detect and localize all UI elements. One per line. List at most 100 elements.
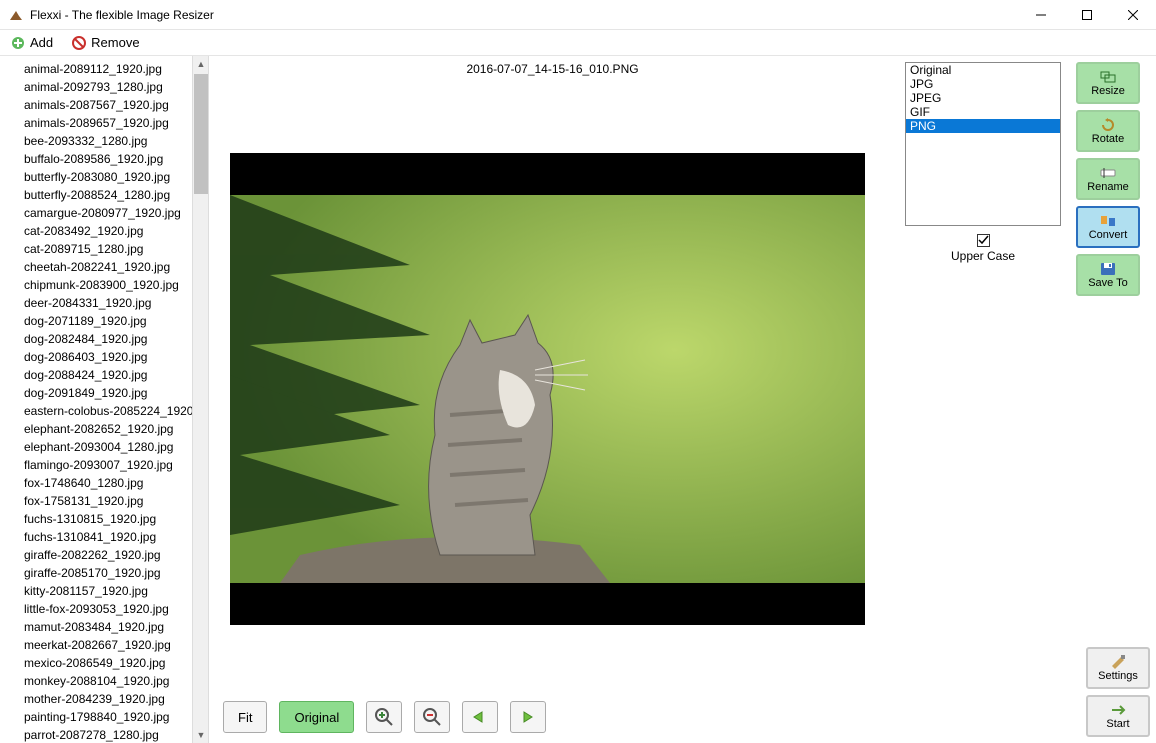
- fit-button[interactable]: Fit: [223, 701, 267, 733]
- list-item[interactable]: kitty-2081157_1920.jpg: [0, 582, 192, 600]
- start-button[interactable]: Start: [1086, 695, 1150, 737]
- format-column: OriginalJPGJPEGGIFPNG Upper Case: [896, 62, 1070, 737]
- list-item[interactable]: animal-2089112_1920.jpg: [0, 60, 192, 78]
- prev-button[interactable]: [462, 701, 498, 733]
- list-item[interactable]: mamut-2083484_1920.jpg: [0, 618, 192, 636]
- app-icon: [8, 7, 24, 23]
- scroll-thumb[interactable]: [194, 74, 208, 194]
- rotate-icon: [1099, 118, 1117, 132]
- preview-svg: [230, 195, 865, 583]
- center-pane: 2016-07-07_14-15-16_010.PNG: [209, 56, 896, 743]
- minimize-button[interactable]: [1018, 0, 1064, 30]
- list-item[interactable]: dog-2082484_1920.jpg: [0, 330, 192, 348]
- zoom-out-button[interactable]: [414, 701, 450, 733]
- add-button[interactable]: Add: [6, 33, 57, 53]
- list-item[interactable]: dog-2071189_1920.jpg: [0, 312, 192, 330]
- original-button[interactable]: Original: [279, 701, 354, 733]
- list-item[interactable]: chipmunk-2083900_1920.jpg: [0, 276, 192, 294]
- format-option[interactable]: GIF: [906, 105, 1060, 119]
- file-list[interactable]: animal-2089112_1920.jpganimal-2092793_12…: [0, 56, 192, 743]
- maximize-button[interactable]: [1064, 0, 1110, 30]
- remove-button[interactable]: Remove: [67, 33, 143, 53]
- list-item[interactable]: giraffe-2082262_1920.jpg: [0, 546, 192, 564]
- list-item[interactable]: butterfly-2088524_1280.jpg: [0, 186, 192, 204]
- viewer-toolbar: Fit Original: [209, 697, 896, 743]
- settings-button[interactable]: Settings: [1086, 647, 1150, 689]
- list-item[interactable]: parrot-2087278_1280.jpg: [0, 726, 192, 743]
- list-item[interactable]: mexico-2086549_1920.jpg: [0, 654, 192, 672]
- list-item[interactable]: fox-1758131_1920.jpg: [0, 492, 192, 510]
- list-item[interactable]: little-fox-2093053_1920.jpg: [0, 600, 192, 618]
- list-item[interactable]: cheetah-2082241_1920.jpg: [0, 258, 192, 276]
- list-item[interactable]: mother-2084239_1920.jpg: [0, 690, 192, 708]
- maximize-icon: [1082, 10, 1092, 20]
- right-pane: OriginalJPGJPEGGIFPNG Upper Case Resize …: [896, 56, 1156, 743]
- convert-button[interactable]: Convert: [1076, 206, 1140, 248]
- format-option[interactable]: PNG: [906, 119, 1060, 133]
- settings-label: Settings: [1098, 670, 1138, 682]
- list-item[interactable]: dog-2086403_1920.jpg: [0, 348, 192, 366]
- list-item[interactable]: eastern-colobus-2085224_1920.jpg: [0, 402, 192, 420]
- list-item[interactable]: cat-2089715_1280.jpg: [0, 240, 192, 258]
- convert-label: Convert: [1089, 229, 1128, 241]
- next-button[interactable]: [510, 701, 546, 733]
- format-option[interactable]: Original: [906, 63, 1060, 77]
- list-item[interactable]: giraffe-2085170_1920.jpg: [0, 564, 192, 582]
- list-item[interactable]: flamingo-2093007_1920.jpg: [0, 456, 192, 474]
- list-item[interactable]: animal-2092793_1280.jpg: [0, 78, 192, 96]
- list-item[interactable]: elephant-2093004_1280.jpg: [0, 438, 192, 456]
- window-title: Flexxi - The flexible Image Resizer: [30, 8, 1018, 22]
- saveto-label: Save To: [1088, 277, 1128, 289]
- remove-label: Remove: [91, 35, 139, 50]
- main-toolbar: Add Remove: [0, 30, 1156, 56]
- file-list-scrollbar[interactable]: ▲ ▼: [192, 56, 208, 743]
- action-column: Resize Rotate Rename Convert Save To: [1076, 62, 1148, 737]
- resize-icon: [1099, 70, 1117, 84]
- list-item[interactable]: fuchs-1310815_1920.jpg: [0, 510, 192, 528]
- format-option[interactable]: JPG: [906, 77, 1060, 91]
- list-item[interactable]: buffalo-2089586_1920.jpg: [0, 150, 192, 168]
- start-label: Start: [1106, 718, 1129, 730]
- list-item[interactable]: camargue-2080977_1920.jpg: [0, 204, 192, 222]
- zoom-in-icon: [374, 707, 394, 727]
- list-item[interactable]: dog-2091849_1920.jpg: [0, 384, 192, 402]
- list-item[interactable]: painting-1798840_1920.jpg: [0, 708, 192, 726]
- list-item[interactable]: fuchs-1310841_1920.jpg: [0, 528, 192, 546]
- list-item[interactable]: dog-2088424_1920.jpg: [0, 366, 192, 384]
- add-label: Add: [30, 35, 53, 50]
- format-list[interactable]: OriginalJPGJPEGGIFPNG: [905, 62, 1061, 226]
- titlebar: Flexxi - The flexible Image Resizer: [0, 0, 1156, 30]
- rename-button[interactable]: Rename: [1076, 158, 1140, 200]
- list-item[interactable]: deer-2084331_1920.jpg: [0, 294, 192, 312]
- fit-label: Fit: [238, 710, 252, 725]
- remove-icon: [71, 35, 87, 51]
- content: animal-2089112_1920.jpganimal-2092793_12…: [0, 56, 1156, 743]
- save-icon: [1099, 262, 1117, 276]
- list-item[interactable]: monkey-2088104_1920.jpg: [0, 672, 192, 690]
- list-item[interactable]: butterfly-2083080_1920.jpg: [0, 168, 192, 186]
- list-item[interactable]: meerkat-2082667_1920.jpg: [0, 636, 192, 654]
- scroll-down-arrow[interactable]: ▼: [193, 727, 209, 743]
- close-button[interactable]: [1110, 0, 1156, 30]
- preview-photo: [230, 195, 865, 583]
- add-icon: [10, 35, 26, 51]
- preview-filename: 2016-07-07_14-15-16_010.PNG: [209, 56, 896, 80]
- list-item[interactable]: cat-2083492_1920.jpg: [0, 222, 192, 240]
- saveto-button[interactable]: Save To: [1076, 254, 1140, 296]
- list-item[interactable]: animals-2087567_1920.jpg: [0, 96, 192, 114]
- uppercase-checkbox[interactable]: [977, 234, 990, 247]
- check-icon: [978, 235, 989, 246]
- rotate-button[interactable]: Rotate: [1076, 110, 1140, 152]
- format-option[interactable]: JPEG: [906, 91, 1060, 105]
- list-item[interactable]: fox-1748640_1280.jpg: [0, 474, 192, 492]
- list-item[interactable]: animals-2089657_1920.jpg: [0, 114, 192, 132]
- arrow-right-icon: [518, 710, 538, 724]
- bottom-right-actions: Settings Start: [1086, 647, 1150, 737]
- scroll-up-arrow[interactable]: ▲: [193, 56, 209, 72]
- zoom-in-button[interactable]: [366, 701, 402, 733]
- list-item[interactable]: elephant-2082652_1920.jpg: [0, 420, 192, 438]
- rotate-label: Rotate: [1092, 133, 1124, 145]
- preview-wrap: [209, 80, 896, 697]
- list-item[interactable]: bee-2093332_1280.jpg: [0, 132, 192, 150]
- resize-button[interactable]: Resize: [1076, 62, 1140, 104]
